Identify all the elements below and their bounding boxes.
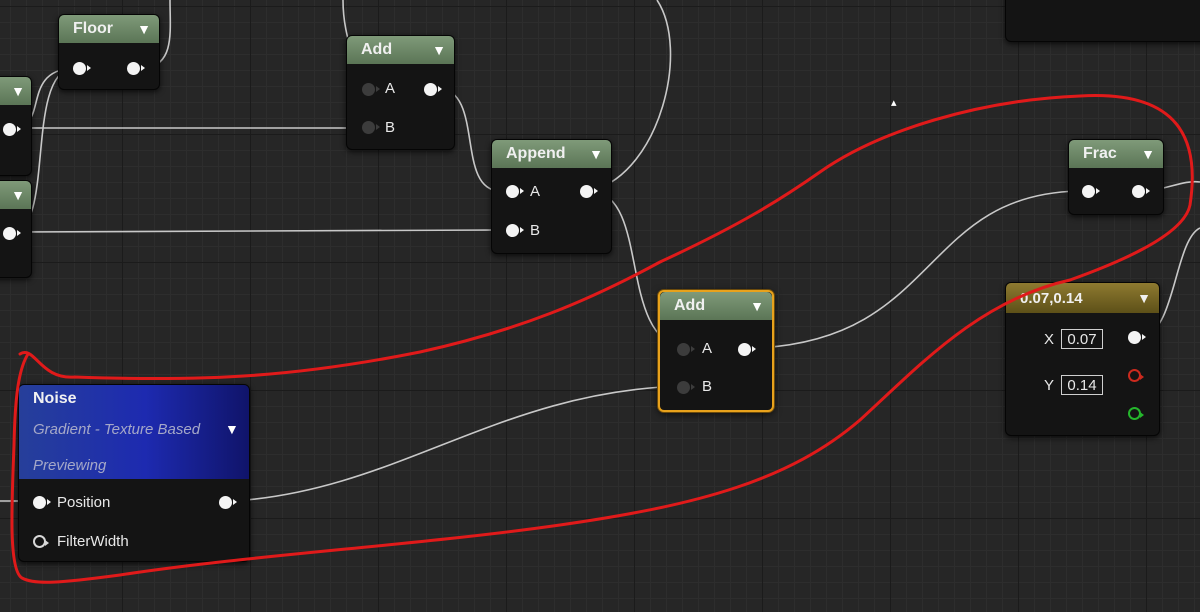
node-title: 0.07,0.14 [1020,289,1083,307]
noise-node[interactable]: Noise Gradient - Texture Based ▼ Preview… [18,384,250,562]
chevron-down-icon[interactable]: ▼ [11,187,25,203]
chevron-down-icon[interactable]: ▼ [589,146,603,162]
pin-label: FilterWidth [57,533,129,550]
output-pin-icon[interactable] [580,185,598,198]
noise-header: Noise Gradient - Texture Based ▼ Preview… [19,385,249,479]
node-title: Append [506,145,566,162]
chevron-down-icon[interactable]: ▼ [1137,290,1151,306]
pin-icon[interactable] [3,227,21,240]
output-pin-icon[interactable] [1132,185,1150,198]
chevron-down-icon[interactable]: ▼ [11,83,25,99]
wire [11,229,501,233]
node-title: Add [674,297,706,314]
input-pin-icon[interactable] [73,62,91,75]
output-pin-icon[interactable] [738,343,756,356]
partial-node-left-bottom[interactable]: ▼ [0,180,32,278]
input-pin-icon[interactable] [677,343,695,356]
noise-function: Gradient - Texture Based [33,421,201,438]
floor-node[interactable]: Floor ▼ [58,14,160,90]
input-pin-icon[interactable] [33,496,51,509]
input-pin-icon[interactable] [506,185,524,198]
pin-label: A [702,340,713,357]
input-pin-icon[interactable] [362,121,380,134]
y-label: Y [1044,377,1055,394]
input-pin-icon[interactable] [1082,185,1100,198]
pin-label: A [385,80,396,97]
append-node[interactable]: Append ▼ A B [491,139,612,254]
pin-label: B [530,222,541,239]
pin-label: B [702,378,713,395]
chevron-down-icon[interactable]: ▼ [432,42,446,58]
output-pin-icon[interactable] [219,496,237,509]
output-pin-icon[interactable] [127,62,145,75]
pin-label: Position [57,494,111,511]
output-pin-icon[interactable] [424,83,442,96]
node-title: Floor [73,20,113,37]
add-node-top[interactable]: Add ▼ A B [346,35,455,150]
pin-label: A [530,183,541,200]
chevron-down-icon[interactable]: ▼ [750,298,764,314]
preview-status: Previewing [33,457,107,474]
output-pin-icon[interactable] [1128,331,1146,344]
x-label: X [1044,331,1055,348]
output-pin-g-icon[interactable] [1128,407,1144,420]
mouse-cursor-icon: ▴ [891,97,897,109]
x-value-field[interactable]: 0.07 [1061,329,1103,349]
input-pin-icon[interactable] [506,224,524,237]
y-value-field[interactable]: 0.14 [1061,375,1103,395]
pin-icon[interactable] [3,123,21,136]
input-pin-icon[interactable] [362,83,380,96]
chevron-down-icon[interactable]: ▼ [137,21,151,37]
chevron-down-icon[interactable]: ▼ [1141,146,1155,162]
partial-node-left-top[interactable]: ▼ [0,76,32,176]
pin-label: B [385,119,396,136]
node-title: Frac [1083,145,1117,162]
input-pin-icon[interactable] [33,535,49,548]
chevron-down-icon[interactable]: ▼ [225,421,239,437]
node-title: Add [361,41,393,58]
output-pin-r-icon[interactable] [1128,369,1144,382]
constant2vector-node[interactable]: 0.07,0.14 ▼ X 0.07 Y 0.14 [1005,282,1160,436]
node-title: Noise [33,390,77,407]
wire [233,385,686,502]
frac-node[interactable]: Frac ▼ [1068,139,1164,215]
add-node-selected[interactable]: Add ▼ A B [658,290,774,412]
partial-node-top-right[interactable] [1005,0,1200,42]
input-pin-icon[interactable] [677,381,695,394]
